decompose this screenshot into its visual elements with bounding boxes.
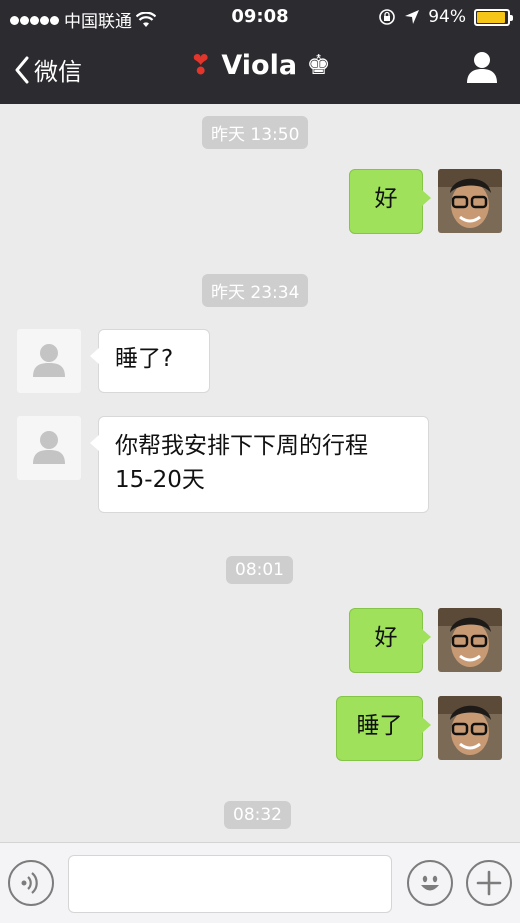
- heart-exclamation-icon: ❣: [189, 50, 212, 81]
- crown-icon: ♚: [306, 50, 331, 81]
- battery-icon: [474, 8, 513, 26]
- contact-name: Viola: [221, 50, 298, 81]
- voice-button[interactable]: [8, 860, 54, 906]
- nav-bar: 微信 ❣ Viola ♚: [0, 34, 520, 104]
- timestamp: 08:01: [226, 556, 293, 584]
- top-bar: 中国联通 09:08 94% 微信 ❣ Viola ♚: [0, 0, 520, 104]
- contact-avatar[interactable]: [17, 329, 81, 393]
- message-bubble-received[interactable]: 你帮我安排下下周的行程 15-20天: [90, 416, 429, 513]
- my-avatar[interactable]: [438, 696, 502, 760]
- user-photo-icon: [438, 608, 502, 672]
- message-bubble-sent[interactable]: 睡了: [336, 696, 431, 761]
- message-input[interactable]: [68, 855, 392, 913]
- plus-icon: [476, 870, 502, 896]
- chat-info-button[interactable]: [466, 50, 498, 88]
- message-bubble-sent[interactable]: 好: [349, 608, 431, 673]
- more-button[interactable]: [466, 860, 512, 906]
- rotation-lock-icon: [379, 9, 396, 25]
- user-photo-icon: [438, 696, 502, 760]
- user-photo-icon: [438, 169, 502, 233]
- timestamp: 08:32: [224, 801, 291, 829]
- timestamp: 昨天 23:34: [202, 274, 309, 307]
- chat-area[interactable]: 昨天 13:50 好 昨天 23:34 睡了? 你帮我安排下下周的行程 15-2…: [0, 104, 520, 842]
- message-bubble-received[interactable]: 睡了?: [90, 329, 210, 393]
- status-bar: 中国联通 09:08 94%: [0, 0, 520, 34]
- emoji-icon: [421, 875, 439, 891]
- contact-avatar[interactable]: [17, 416, 81, 480]
- my-avatar[interactable]: [438, 169, 502, 233]
- emoji-button[interactable]: [407, 860, 453, 906]
- message-bubble-sent[interactable]: 好: [349, 169, 431, 234]
- my-avatar[interactable]: [438, 608, 502, 672]
- status-right: 94%: [378, 7, 513, 27]
- default-avatar-icon: [33, 431, 65, 464]
- default-avatar-icon: [33, 344, 65, 377]
- person-icon: [467, 52, 497, 83]
- battery-fill: [477, 11, 506, 23]
- location-arrow-icon: [405, 10, 420, 24]
- chat-title: ❣ Viola ♚: [0, 50, 520, 81]
- input-bar: [0, 842, 520, 923]
- battery-percent: 94%: [428, 7, 466, 27]
- voice-icon: [21, 872, 38, 894]
- timestamp: 昨天 13:50: [202, 116, 309, 149]
